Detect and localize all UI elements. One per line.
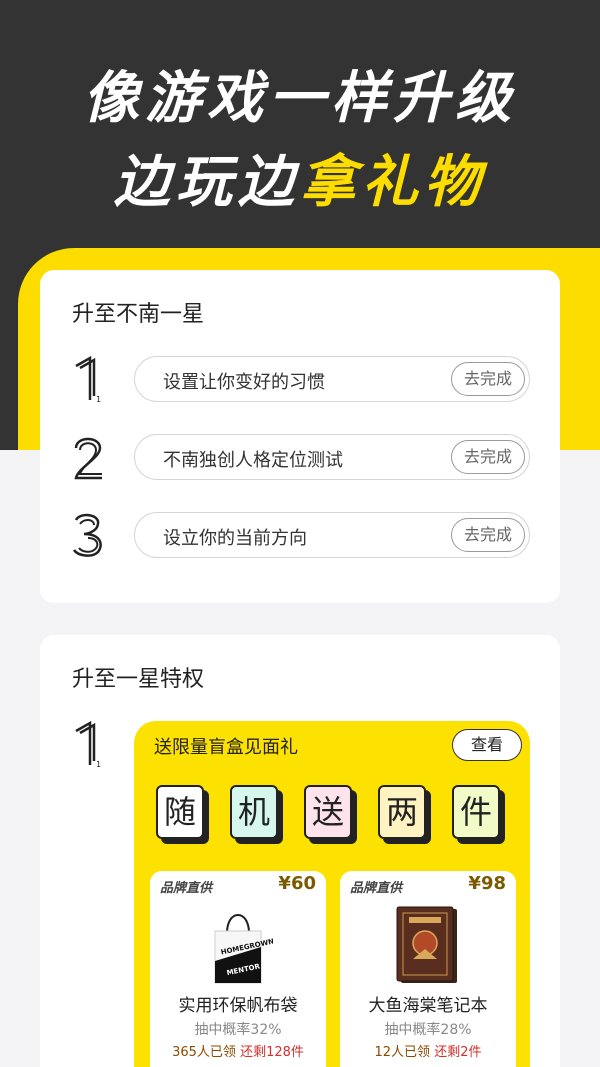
step-number-3-icon	[72, 513, 102, 557]
step-3-text: 设立你的当前方向	[163, 528, 307, 549]
step-3-complete-button[interactable]: 去完成	[451, 518, 525, 552]
gift-tile-1: 随	[156, 785, 209, 844]
gift-tile-2: 机	[230, 785, 283, 844]
prize-1-claim-status: 365人已领 还剩128件	[150, 1041, 326, 1060]
headline-line-2: 边玩边拿礼物	[0, 148, 600, 218]
step-2-complete-button[interactable]: 去完成	[451, 440, 525, 474]
prize-2-claim-status: 12人已领 还剩2件	[340, 1041, 516, 1060]
prize-card-notebook[interactable]: 品牌直供 ¥98 大鱼海棠笔记本 抽中概率28% 12人已领 还剩2件	[340, 871, 516, 1067]
gift-tile-4: 两	[378, 785, 431, 844]
step-2-text: 不南独创人格定位测试	[163, 450, 343, 471]
prize-2-price: ¥98	[468, 873, 506, 894]
prize-2-remaining: 还剩2件	[434, 1045, 482, 1060]
prize-2-name: 大鱼海棠笔记本	[368, 996, 488, 1016]
step-1-complete-button[interactable]: 去完成	[451, 362, 525, 396]
prize-1-claimed: 365人已领	[172, 1045, 236, 1060]
view-gift-button[interactable]: 查看	[452, 729, 522, 761]
prize-2-brand: 品牌直供	[350, 881, 403, 896]
privilege-number-1-text: 1	[96, 760, 101, 769]
notebook-icon	[396, 906, 457, 983]
prize-card-tote-bag[interactable]: 品牌直供 ¥60 HOMEGROWN MENTOR 实用环保帆布袋 抽中概率32…	[150, 871, 326, 1067]
gift-tile-3: 送	[304, 785, 357, 844]
headline-line-2-prefix: 边玩边	[114, 150, 300, 215]
step-number-1-icon: 1	[75, 355, 101, 404]
prize-1-brand: 品牌直供	[160, 881, 213, 896]
gift-title: 送限量盲盒见面礼	[154, 737, 298, 758]
prize-1-remaining: 还剩128件	[240, 1045, 304, 1060]
prize-1-price: ¥60	[278, 873, 316, 894]
headline-line-1: 像游戏一样升级	[83, 66, 517, 131]
level-card-title: 升至不南一星	[72, 302, 205, 327]
step-number-2-icon	[74, 437, 102, 480]
gift-tile-1-char: 随	[156, 785, 204, 839]
step-number-1-text: 1	[96, 395, 101, 404]
step-1-row: 设置让你变好的习惯 去完成	[134, 356, 530, 402]
step-3-row: 设立你的当前方向 去完成	[134, 512, 530, 558]
tote-bag-icon: HOMEGROWN MENTOR	[214, 914, 273, 984]
gift-tile-5-char: 件	[452, 785, 500, 839]
step-1-text: 设置让你变好的习惯	[163, 372, 325, 393]
blind-box-gift-panel: 送限量盲盒见面礼 查看 随 机 送 两 件 品牌直供 ¥60 HOMEGROWN…	[134, 721, 530, 1067]
privilege-card-title: 升至一星特权	[72, 667, 205, 692]
gift-tile-5: 件	[452, 785, 505, 844]
gift-tile-3-char: 送	[304, 785, 352, 839]
prize-1-probability: 抽中概率32%	[194, 1022, 282, 1038]
gift-tile-2-char: 机	[230, 785, 278, 839]
prize-2-probability: 抽中概率28%	[384, 1022, 472, 1038]
headline-line-2-accent: 拿礼物	[300, 150, 486, 215]
privilege-card: 升至一星特权 1 送限量盲盒见面礼 查看 随 机 送 两 件 品牌直供 ¥60 …	[40, 635, 560, 1067]
step-2-row: 不南独创人格定位测试 去完成	[134, 434, 530, 480]
privilege-number-1-icon: 1	[75, 720, 101, 769]
gift-tile-4-char: 两	[378, 785, 426, 839]
prize-2-claimed: 12人已领	[374, 1045, 431, 1060]
prize-1-name: 实用环保帆布袋	[178, 996, 298, 1016]
level-task-card: 升至不南一星 1 设置让你变好的习惯 去完成 不南独创人格定位测试 去完成 设立…	[40, 270, 560, 603]
